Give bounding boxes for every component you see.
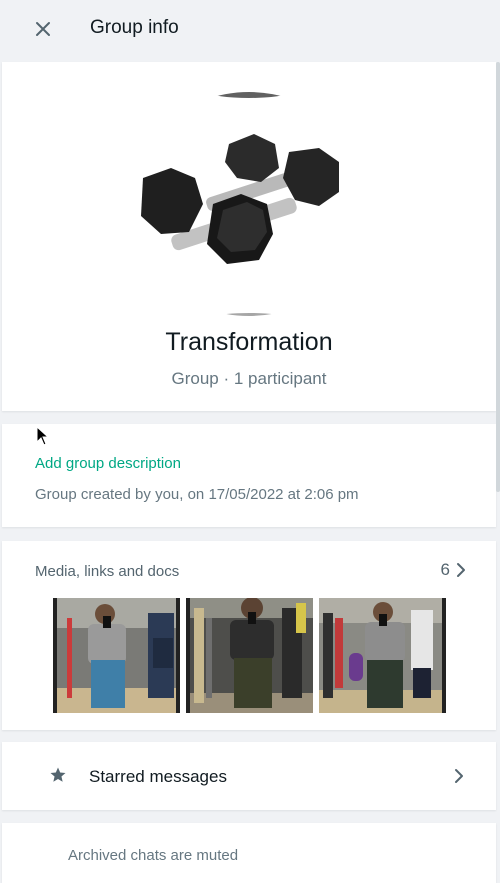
star-icon — [50, 767, 66, 782]
media-thumbnail-1[interactable] — [53, 598, 180, 713]
group-created-text: Group created by you, on 17/05/2022 at 2… — [35, 486, 359, 503]
starred-messages-row[interactable]: Starred messages — [2, 742, 496, 810]
dumbbells-image — [129, 92, 369, 316]
starred-messages-label: Starred messages — [89, 767, 227, 786]
media-count: 6 — [440, 560, 450, 579]
media-thumbnail-2[interactable] — [186, 598, 313, 713]
media-count-button[interactable]: 6 — [441, 560, 466, 580]
group-subtitle: Group · 1 participant — [171, 369, 327, 388]
description-card: Add group description Group created by y… — [2, 424, 496, 527]
group-name: Transformation — [165, 328, 333, 356]
close-icon — [36, 22, 50, 36]
add-group-description-link[interactable]: Add group description — [35, 455, 181, 472]
profile-card: Transformation Group · 1 participant — [2, 62, 496, 411]
gym-photo-1 — [53, 598, 180, 713]
close-button[interactable] — [28, 14, 58, 44]
archived-muted-text: Archived chats are muted — [68, 847, 239, 864]
group-avatar[interactable] — [129, 92, 369, 316]
media-section-title: Media, links and docs — [35, 563, 180, 580]
header: Group info — [0, 0, 500, 58]
chevron-right-icon — [455, 769, 463, 783]
media-card[interactable]: Media, links and docs 6 — [2, 541, 496, 730]
chevron-right-icon — [457, 563, 465, 577]
mouse-cursor-icon — [36, 426, 50, 446]
scrollbar[interactable] — [496, 62, 500, 492]
header-title: Group info — [90, 17, 179, 38]
gym-photo-3 — [319, 598, 446, 713]
media-thumbnail-3[interactable] — [319, 598, 446, 713]
gym-photo-2 — [186, 598, 313, 713]
archived-info-card: Archived chats are muted — [2, 823, 496, 883]
